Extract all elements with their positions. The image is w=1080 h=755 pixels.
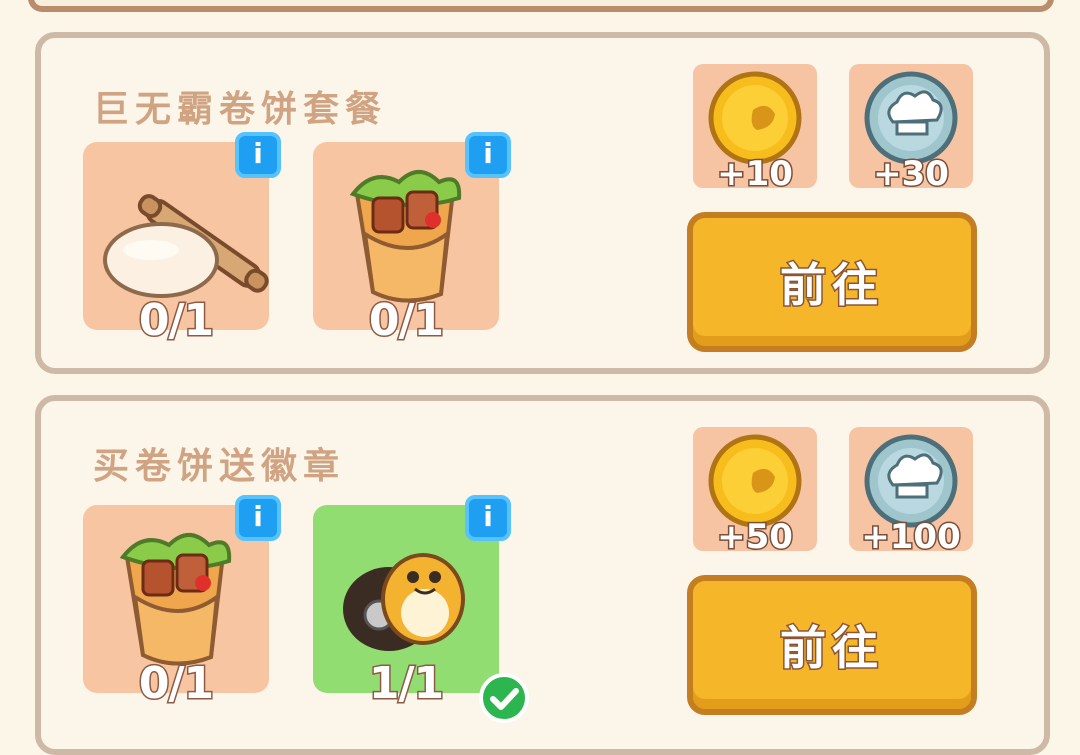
previous-card-edge — [28, 0, 1054, 12]
requirement-count: 0/1 — [367, 294, 445, 348]
requirement-slot[interactable]: i 0/1 — [83, 132, 281, 348]
reward-amount: +50 — [716, 516, 795, 559]
info-icon[interactable]: i — [235, 495, 281, 541]
task-title: 买卷饼送徽章 — [93, 446, 346, 487]
reward-amount: +30 — [872, 153, 951, 196]
info-icon[interactable]: i — [465, 132, 511, 178]
requirement-count: 0/1 — [137, 294, 215, 348]
reward-amount: +100 — [860, 516, 962, 559]
requirement-slot[interactable]: i 1/1 — [313, 495, 529, 723]
reward-slot: +100 — [849, 427, 973, 559]
reward-slot: +50 — [693, 427, 817, 559]
requirement-slot[interactable]: i 0/1 — [83, 495, 281, 711]
go-button[interactable]: 前往 — [687, 575, 977, 715]
info-icon[interactable]: i — [235, 132, 281, 178]
requirement-count: 0/1 — [137, 657, 215, 711]
task-card: 买卷饼送徽章 i 0/1 i 1/1 +50 +100 前往 — [35, 395, 1050, 755]
requirement-count: 1/1 — [367, 657, 445, 711]
reward-slot: +30 — [849, 64, 973, 196]
go-button[interactable]: 前往 — [687, 212, 977, 352]
requirement-slot[interactable]: i 0/1 — [313, 132, 511, 348]
info-icon[interactable]: i — [465, 495, 511, 541]
reward-amount: +10 — [716, 153, 795, 196]
reward-slot: +10 — [693, 64, 817, 196]
task-card: 巨无霸卷饼套餐 i 0/1 i 0/1 +10 +30 前往 — [35, 32, 1050, 374]
task-title: 巨无霸卷饼套餐 — [93, 89, 388, 130]
